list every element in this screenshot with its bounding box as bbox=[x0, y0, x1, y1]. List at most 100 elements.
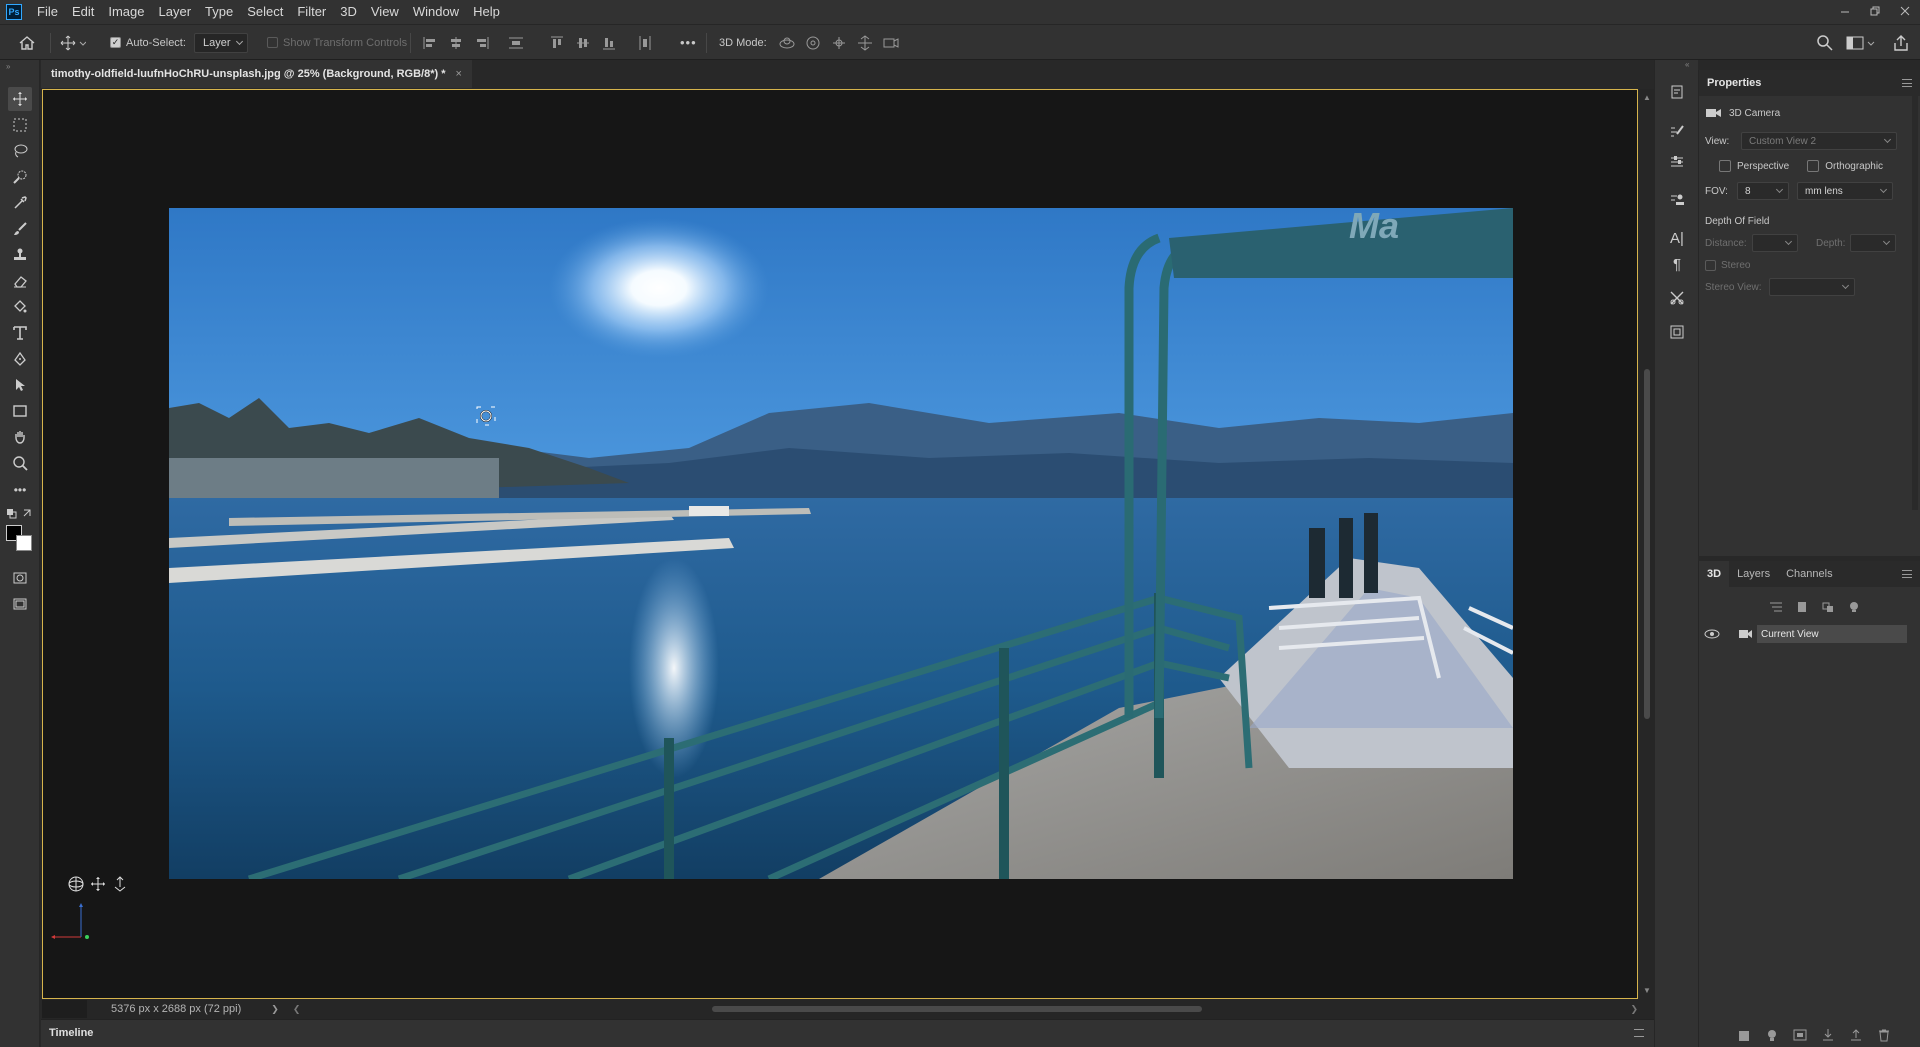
eraser-icon[interactable] bbox=[8, 269, 32, 293]
lasso-icon[interactable] bbox=[8, 139, 32, 163]
pan-3d-icon[interactable] bbox=[830, 25, 848, 60]
zoom-field[interactable] bbox=[42, 1000, 87, 1018]
menu-file[interactable]: File bbox=[30, 0, 65, 24]
vertical-scroll-thumb[interactable] bbox=[1644, 369, 1650, 719]
align-top-icon[interactable] bbox=[550, 25, 564, 60]
meshes-icon[interactable] bbox=[1793, 599, 1811, 615]
menu-image[interactable]: Image bbox=[101, 0, 151, 24]
scroll-right-icon[interactable]: ❯ bbox=[1630, 1004, 1638, 1015]
materials-icon[interactable] bbox=[1819, 599, 1837, 615]
hand-icon[interactable] bbox=[8, 425, 32, 449]
perspective-icon[interactable] bbox=[1719, 160, 1731, 172]
timeline-tab[interactable]: Timeline bbox=[49, 1027, 93, 1039]
scroll-up-icon[interactable]: ▲ bbox=[1643, 93, 1651, 102]
eyedropper-icon[interactable] bbox=[8, 191, 32, 215]
properties-scrollbar[interactable] bbox=[1912, 90, 1918, 510]
collapse-toolbar-icon[interactable]: » bbox=[6, 62, 10, 71]
add-light-icon[interactable] bbox=[1763, 1027, 1781, 1043]
search-icon[interactable] bbox=[1816, 25, 1834, 60]
view-dropdown[interactable]: Custom View 2 bbox=[1741, 132, 1897, 150]
orbit-3d-icon[interactable] bbox=[778, 25, 796, 60]
stamp-icon[interactable] bbox=[8, 243, 32, 267]
import-icon[interactable] bbox=[1819, 1027, 1837, 1043]
screen-mode-icon[interactable] bbox=[8, 592, 32, 616]
document-image[interactable]: Ma bbox=[169, 208, 1513, 879]
adjustments-icon[interactable] bbox=[1665, 150, 1689, 174]
rectangle-icon[interactable] bbox=[8, 399, 32, 423]
menu-type[interactable]: Type bbox=[198, 0, 240, 24]
marquee-icon[interactable] bbox=[8, 113, 32, 137]
tool-presets-icon[interactable] bbox=[1665, 286, 1689, 310]
swap-colors-icon[interactable] bbox=[6, 508, 34, 520]
tab-3d[interactable]: 3D bbox=[1699, 561, 1730, 587]
more-options-button[interactable]: ••• bbox=[680, 25, 697, 60]
pen-icon[interactable] bbox=[8, 347, 32, 371]
auto-select-checkbox[interactable]: ✓ Auto-Select: bbox=[110, 25, 186, 60]
render-icon[interactable] bbox=[1791, 1027, 1809, 1043]
roll-3d-icon[interactable] bbox=[804, 25, 822, 60]
depth-field[interactable] bbox=[1850, 234, 1896, 252]
menu-window[interactable]: Window bbox=[406, 0, 466, 24]
stereo-view-dropdown[interactable] bbox=[1769, 278, 1855, 296]
path-select-icon[interactable] bbox=[8, 373, 32, 397]
perspective-option[interactable]: Perspective bbox=[1737, 161, 1789, 172]
align-center-icon[interactable] bbox=[448, 25, 464, 60]
scale-3d-icon[interactable] bbox=[882, 25, 900, 60]
menu-view[interactable]: View bbox=[364, 0, 406, 24]
menu-select[interactable]: Select bbox=[240, 0, 290, 24]
canvas-area[interactable]: Ma bbox=[42, 89, 1638, 999]
type-icon[interactable] bbox=[8, 321, 32, 345]
export-icon[interactable] bbox=[1847, 1027, 1865, 1043]
dolly-camera-icon[interactable] bbox=[111, 875, 129, 893]
distribute-vertical-icon[interactable] bbox=[508, 25, 524, 60]
align-middle-icon[interactable] bbox=[576, 25, 590, 60]
paragraph-icon[interactable]: ¶ bbox=[1665, 252, 1689, 276]
collapse-panels-icon[interactable]: « bbox=[1685, 60, 1689, 69]
menu-edit[interactable]: Edit bbox=[65, 0, 101, 24]
more-tools-icon[interactable]: ••• bbox=[8, 478, 32, 502]
restore-icon[interactable] bbox=[1860, 0, 1890, 22]
distribute-horizontal-icon[interactable] bbox=[638, 25, 652, 60]
align-right-icon[interactable] bbox=[474, 25, 490, 60]
libraries-icon[interactable] bbox=[1665, 320, 1689, 344]
brush-icon[interactable] bbox=[8, 217, 32, 241]
lights-icon[interactable] bbox=[1845, 599, 1863, 615]
properties-title[interactable]: Properties bbox=[1707, 77, 1761, 89]
menu-3d[interactable]: 3D bbox=[333, 0, 364, 24]
eye-icon[interactable] bbox=[1704, 629, 1722, 639]
fov-value-field[interactable]: 8 bbox=[1737, 182, 1789, 200]
vertical-scrollbar[interactable]: ▲ ▼ bbox=[1640, 89, 1654, 999]
history-icon[interactable] bbox=[1665, 80, 1689, 104]
fov-unit-dropdown[interactable]: mm lens bbox=[1797, 182, 1893, 200]
zoom-icon[interactable] bbox=[8, 451, 32, 475]
show-transform-checkbox[interactable]: Show Transform Controls bbox=[267, 25, 407, 60]
horizontal-scroll-thumb[interactable] bbox=[712, 1006, 1202, 1012]
pan-camera-icon[interactable] bbox=[89, 875, 107, 893]
whole-scene-icon[interactable] bbox=[1767, 599, 1785, 615]
move-tool-preset-icon[interactable] bbox=[60, 25, 86, 60]
properties-menu-icon[interactable] bbox=[1902, 79, 1912, 87]
menu-layer[interactable]: Layer bbox=[152, 0, 199, 24]
align-left-icon[interactable] bbox=[422, 25, 438, 60]
document-tab[interactable]: timothy-oldfield-luufnHoChRU-unsplash.jp… bbox=[41, 60, 472, 88]
timeline-menu-icon[interactable] bbox=[1634, 1029, 1644, 1037]
3d-panel-menu-icon[interactable] bbox=[1902, 570, 1912, 578]
quick-select-icon[interactable] bbox=[8, 165, 32, 189]
ground-plane-icon[interactable] bbox=[1735, 1027, 1753, 1043]
share-icon[interactable] bbox=[1892, 25, 1910, 60]
current-view-label[interactable]: Current View bbox=[1757, 625, 1907, 643]
slide-3d-icon[interactable] bbox=[856, 25, 874, 60]
close-tab-icon[interactable]: × bbox=[456, 68, 462, 80]
close-icon[interactable] bbox=[1890, 0, 1920, 22]
auto-select-target-dropdown[interactable]: Layer bbox=[194, 32, 248, 53]
menu-help[interactable]: Help bbox=[466, 0, 507, 24]
align-bottom-icon[interactable] bbox=[602, 25, 616, 60]
tab-channels[interactable]: Channels bbox=[1778, 561, 1840, 587]
tab-layers[interactable]: Layers bbox=[1729, 561, 1778, 587]
orthographic-option[interactable]: Orthographic bbox=[1825, 161, 1883, 172]
character-icon[interactable]: A| bbox=[1665, 226, 1689, 250]
scroll-down-icon[interactable]: ▼ bbox=[1643, 986, 1651, 995]
paint-bucket-icon[interactable] bbox=[8, 295, 32, 319]
minimize-icon[interactable] bbox=[1830, 0, 1860, 22]
quick-mask-icon[interactable] bbox=[8, 566, 32, 590]
